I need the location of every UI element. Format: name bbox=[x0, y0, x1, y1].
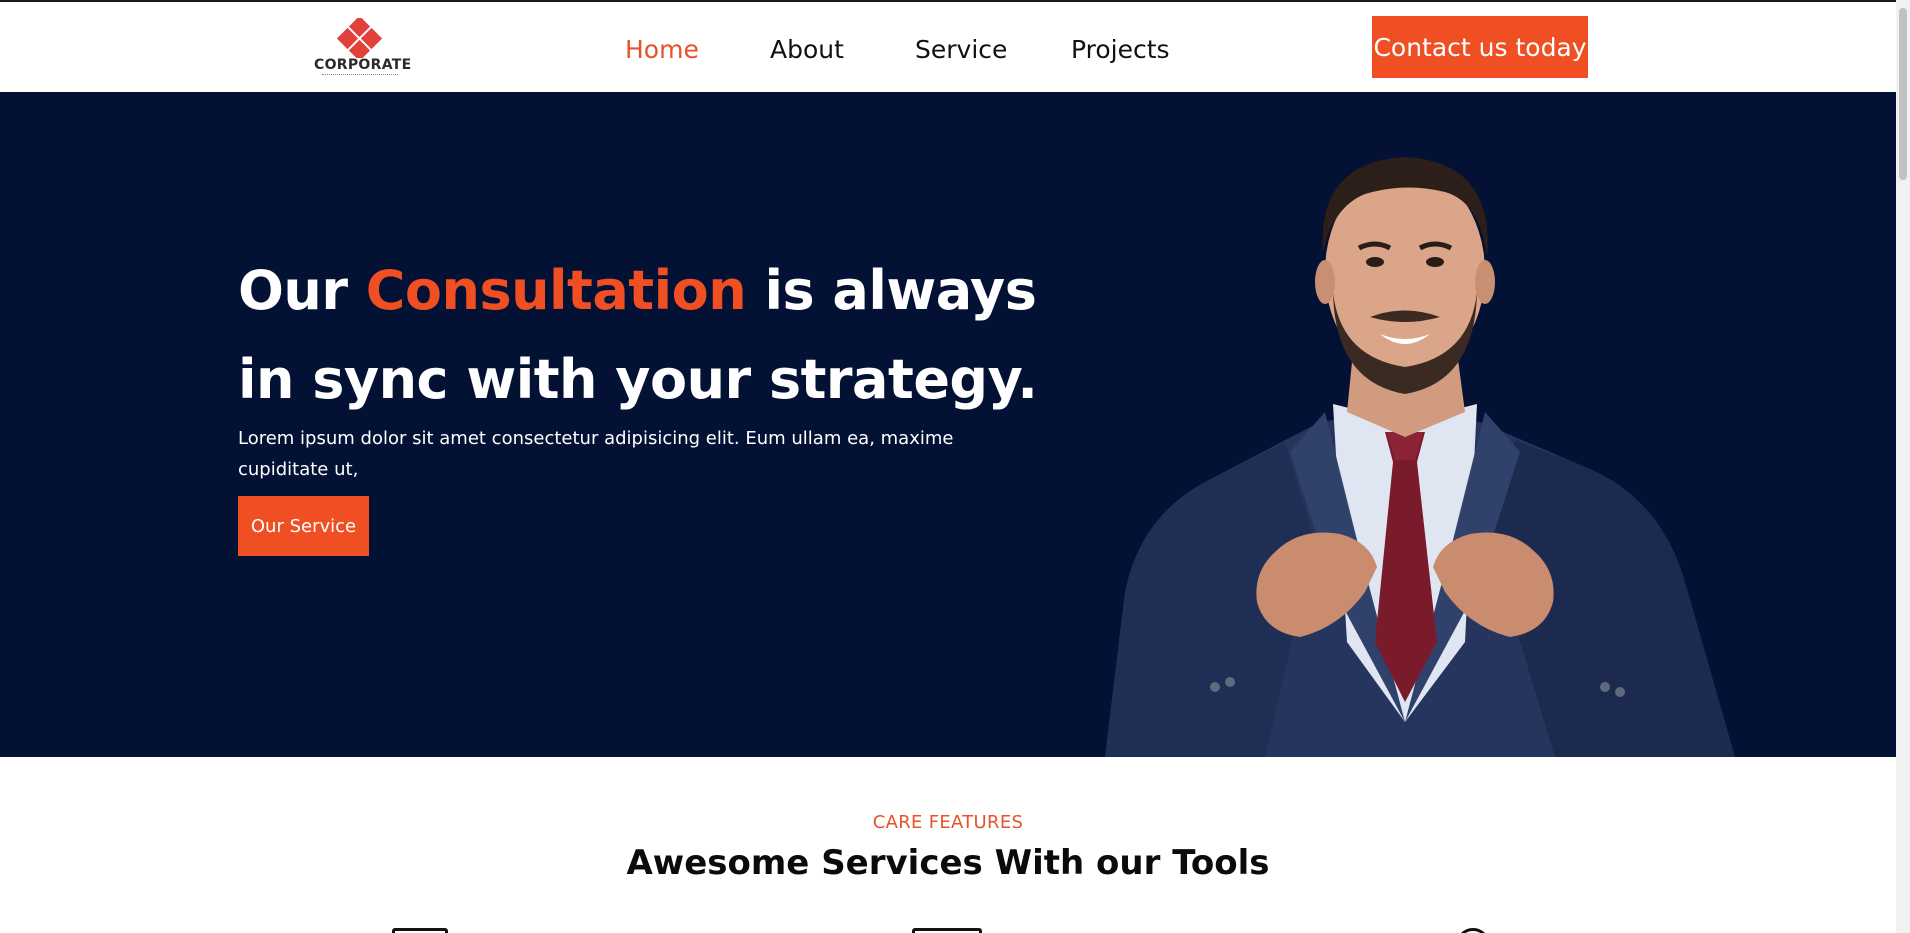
diamond-logo-icon bbox=[336, 18, 383, 58]
features-eyebrow: CARE FEATURES bbox=[872, 812, 1024, 833]
contact-us-button[interactable]: Contact us today bbox=[1372, 16, 1588, 78]
hero-section: Our Consultation is always in sync with … bbox=[0, 92, 1896, 757]
our-service-button[interactable]: Our Service bbox=[238, 496, 369, 556]
hero-title-prefix: Our bbox=[238, 259, 366, 322]
corporate-logo[interactable]: CORPORATE bbox=[310, 18, 412, 80]
nav-home[interactable]: Home bbox=[625, 35, 699, 64]
service-icon-1 bbox=[392, 928, 448, 933]
service-icon-2 bbox=[912, 928, 982, 933]
logo-wordmark: CORPORATE bbox=[314, 57, 412, 73]
hero-description: Lorem ipsum dolor sit amet consectetur a… bbox=[238, 428, 954, 480]
service-icon-3 bbox=[1456, 928, 1490, 933]
hero-title-line2: in sync with your strategy. bbox=[238, 348, 1038, 411]
nav-about[interactable]: About bbox=[770, 35, 844, 64]
businessman-photo bbox=[1105, 157, 1735, 757]
features-title: Awesome Services With our Tools bbox=[626, 843, 1270, 883]
hero-title: Our Consultation is always in sync with … bbox=[238, 246, 1058, 424]
logo-tagline bbox=[322, 74, 398, 76]
nav-service[interactable]: Service bbox=[915, 35, 1007, 64]
hero-title-accent: Consultation bbox=[365, 259, 747, 322]
page-scrollbar[interactable] bbox=[1896, 0, 1910, 933]
nav-projects[interactable]: Projects bbox=[1071, 35, 1170, 64]
site-header: CORPORATE Home About Service Projects Co… bbox=[0, 2, 1896, 92]
scrollbar-thumb[interactable] bbox=[1899, 8, 1907, 180]
hero-title-line1-end: is always bbox=[746, 259, 1037, 322]
